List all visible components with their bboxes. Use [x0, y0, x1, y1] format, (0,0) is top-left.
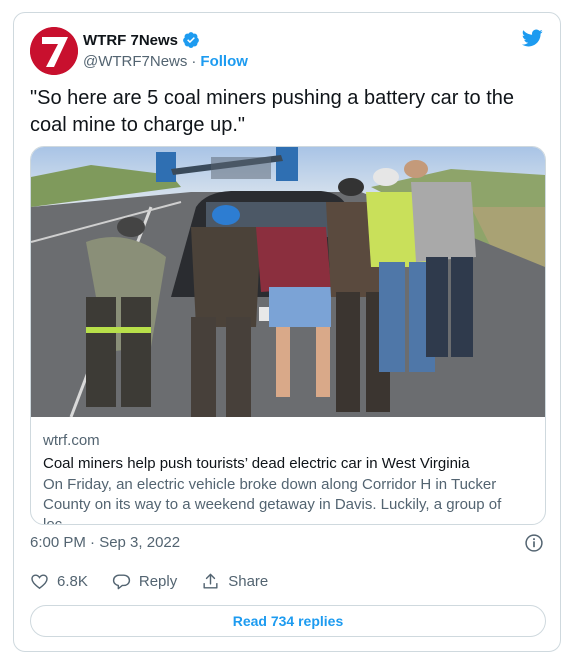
like-count: 6.8K	[57, 573, 88, 590]
article-photo[interactable]	[31, 147, 545, 417]
account-name[interactable]: WTRF 7News	[83, 32, 178, 49]
link-card[interactable]: wtrf.com Coal miners help push tourists’…	[30, 146, 546, 525]
reply-icon	[112, 574, 130, 590]
like-button[interactable]: 6.8K	[30, 572, 88, 591]
tweet-timestamp[interactable]: 6:00 PM · Sep 3, 2022	[30, 534, 180, 551]
separator-dot: ·	[191, 53, 197, 70]
link-headline[interactable]: Coal miners help push tourists’ dead ele…	[43, 454, 535, 474]
action-bar: 6.8K Reply Share	[30, 572, 268, 591]
tweet-text: "So here are 5 coal miners pushing a bat…	[30, 87, 515, 136]
link-description: On Friday, an electric vehicle broke dow…	[43, 476, 502, 525]
tweet-card: WTRF 7News @WTRF7News · Follow "So here …	[13, 12, 561, 652]
twitter-bird-icon[interactable]	[520, 27, 544, 49]
heart-icon	[31, 574, 48, 590]
info-icon[interactable]	[524, 533, 544, 553]
avatar[interactable]	[30, 27, 78, 75]
share-label: Share	[228, 573, 269, 590]
share-icon	[203, 573, 218, 589]
share-button[interactable]: Share	[201, 572, 268, 591]
reply-label: Reply	[138, 573, 178, 590]
reply-button[interactable]: Reply	[112, 572, 177, 591]
follow-button[interactable]: Follow	[200, 53, 248, 70]
verified-badge-icon	[183, 32, 199, 48]
read-replies-button[interactable]: Read 734 replies	[30, 605, 546, 637]
account-handle[interactable]: @WTRF7News	[83, 53, 187, 70]
link-domain: wtrf.com	[43, 432, 100, 449]
wtrf-logo-icon	[30, 27, 78, 75]
